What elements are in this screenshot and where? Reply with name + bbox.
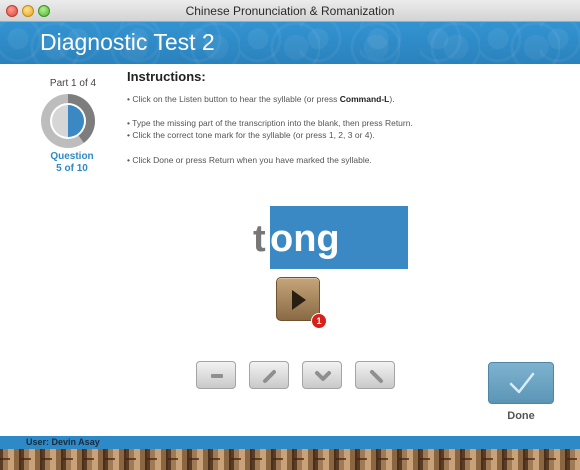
page-header: Diagnostic Test 2 (0, 22, 580, 64)
tone-2-button[interactable] (249, 361, 289, 389)
listen-shortcut: Command-L (339, 94, 390, 104)
rising-tone-icon (263, 370, 276, 383)
instruction-tone: • Click the correct tone mark for the sy… (127, 130, 375, 140)
syllable-final-input[interactable]: ong (270, 215, 340, 263)
user-label: User: Devin Asay (26, 437, 100, 447)
question-label: Question (50, 151, 94, 162)
done-button[interactable] (488, 362, 554, 404)
question-count: 5 of 10 (56, 163, 88, 174)
part-label: Part 1 of 4 (49, 78, 97, 89)
syllable-initial: t (253, 218, 266, 260)
status-bar: User: Devin Asay (0, 436, 580, 449)
instruction-listen: • Click on the Listen button to hear the… (127, 94, 395, 104)
bamboo-decoration (0, 449, 580, 470)
instructions-title: Instructions: (127, 69, 206, 84)
tone-4-button[interactable] (355, 361, 395, 389)
level-tone-icon (211, 374, 223, 378)
question-counter: Question 5 of 10 (36, 151, 108, 175)
play-icon (292, 290, 306, 310)
window-title: Chinese Pronunciation & Romanization (185, 4, 395, 18)
page-title: Diagnostic Test 2 (40, 29, 215, 55)
window-titlebar: Chinese Pronunciation & Romanization (0, 0, 580, 22)
falling-tone-icon (370, 370, 383, 383)
dipping-tone-icon (315, 371, 331, 381)
listen-count-badge: 1 (311, 313, 327, 329)
instruction-done: • Click Done or press Return when you ha… (127, 155, 372, 165)
instruction-type: • Type the missing part of the transcrip… (127, 118, 413, 128)
tone-1-button[interactable] (196, 361, 236, 389)
progress-ring (41, 94, 95, 148)
tone-3-button[interactable] (302, 361, 342, 389)
done-label: Done (507, 410, 535, 422)
checkmark-icon (509, 372, 535, 394)
